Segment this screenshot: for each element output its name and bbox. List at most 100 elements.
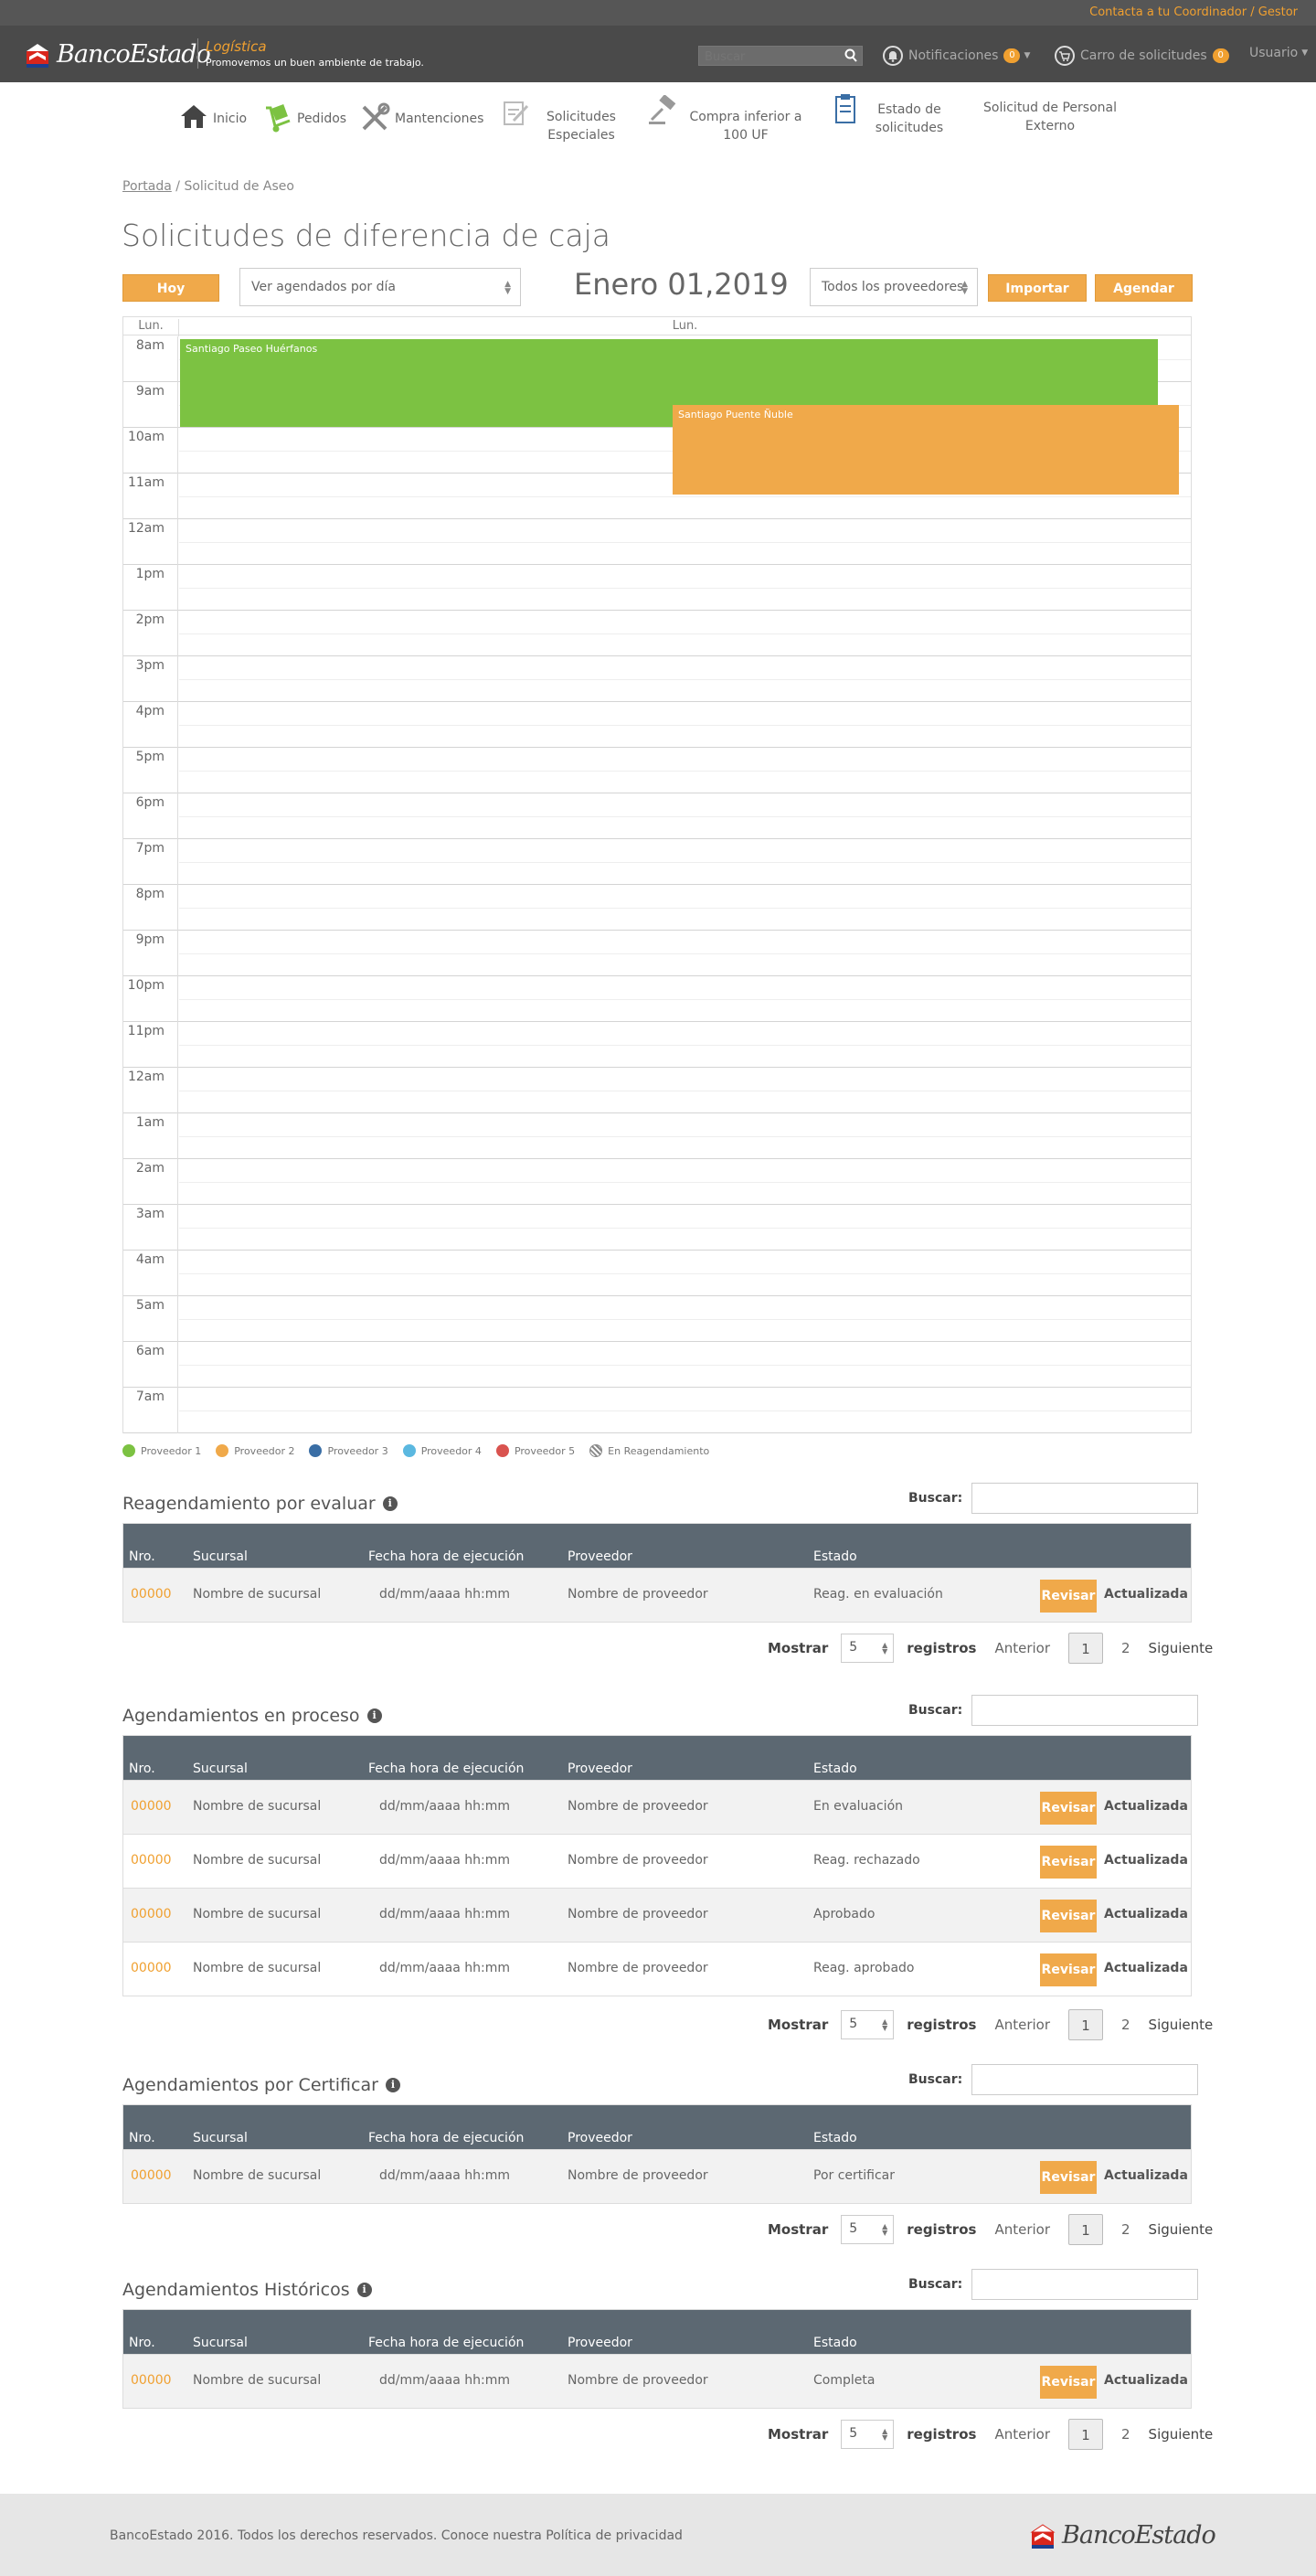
info-icon[interactable]: i [382,1496,398,1511]
nav-estado-solicitudes[interactable]: Estado de solicitudes [859,101,960,137]
section-title-reagendamiento-por-evaluar: Reagendamiento por evaluar i [122,1494,398,1514]
previous-page-link[interactable]: Anterior [994,1640,1050,1656]
next-page-link[interactable]: Siguiente [1149,1640,1214,1656]
calendar-hour-slot[interactable]: 6am [123,1342,1191,1388]
next-page-link[interactable]: Siguiente [1149,2426,1214,2443]
calendar-hour-slot[interactable]: 4pm [123,702,1191,748]
page-size-select[interactable]: 5 ▲ ▼ [841,2010,895,2039]
calendar-event[interactable]: Santiago Puente Ñuble [673,405,1179,495]
calendar-hour-slot[interactable]: 3am [123,1205,1191,1251]
table-search-input[interactable] [971,2269,1199,2300]
calendar-hour-slot[interactable]: 11pm [123,1022,1191,1068]
row-number-link[interactable]: 00000 [131,1961,172,1975]
cart-menu[interactable]: Carro de solicitudes 0 [1055,46,1229,66]
calendar-hour-slot[interactable]: 3pm [123,656,1191,702]
previous-page-link[interactable]: Anterior [994,2221,1050,2238]
notifications-badge: 0 [1003,48,1021,63]
bancoestado-logo-icon [24,42,51,68]
calendar-hour-slot[interactable]: 5pm [123,748,1191,793]
row-number-link[interactable]: 00000 [131,2373,172,2388]
import-button[interactable]: Importar [988,274,1087,302]
next-page-link[interactable]: Siguiente [1149,2017,1214,2033]
next-page-link[interactable]: Siguiente [1149,2221,1214,2238]
section-title-text: Agendamientos Históricos [122,2280,350,2300]
table-search-input[interactable] [971,1483,1199,1514]
brand-logo[interactable]: BancoEstado [24,40,211,69]
info-icon[interactable]: i [366,1708,382,1723]
calendar-hour-slot[interactable]: 5am [123,1296,1191,1342]
calendar-hour-slot[interactable]: 2am [123,1159,1191,1205]
nav-compra-inferior[interactable]: Compra inferior a 100 UF [682,108,810,144]
page-size-select[interactable]: 5 ▲ ▼ [841,2420,895,2449]
calendar-hour-slot[interactable]: 7pm [123,839,1191,885]
column-header: Nro. [129,2131,155,2145]
nav-solicitudes-especiales[interactable]: Solicitudes Especiales [530,108,632,144]
registros-label: registros [907,2221,977,2238]
row-actualizada: Actualizada [1104,1907,1188,1921]
calendar-hour-slot[interactable]: 9pm [123,931,1191,976]
calendar-hour-slot[interactable]: 10pm [123,976,1191,1022]
revisar-button[interactable]: Revisar [1040,1900,1097,1932]
page-2-link[interactable]: 2 [1121,1640,1130,1656]
revisar-button[interactable]: Revisar [1040,1580,1097,1613]
providers-select[interactable]: Todos los proveedores ▲ ▼ [810,268,978,306]
page-1-button[interactable]: 1 [1068,2009,1103,2040]
search-icon[interactable] [844,48,857,63]
page-size-select[interactable]: 5 ▲ ▼ [841,2215,895,2244]
row-actualizada: Actualizada [1104,1961,1188,1975]
view-select[interactable]: Ver agendados por día ▲ ▼ [239,268,521,306]
calendar-hour-slot[interactable]: 7am [123,1388,1191,1433]
calendar-hour-slot[interactable]: 12am [123,1068,1191,1113]
table-header: Nro. Sucursal Fecha hora de ejecución Prove… [123,1736,1191,1780]
nav-personal-externo[interactable]: Solicitud de Personal Externo [972,99,1128,135]
revisar-button[interactable]: Revisar [1040,1953,1097,1986]
row-number-link[interactable]: 00000 [131,1907,172,1921]
revisar-button[interactable]: Revisar [1040,2161,1097,2194]
revisar-button[interactable]: Revisar [1040,1792,1097,1825]
page-2-link[interactable]: 2 [1121,2426,1130,2443]
previous-page-link[interactable]: Anterior [994,2426,1050,2443]
page-1-button[interactable]: 1 [1068,2214,1103,2245]
revisar-button[interactable]: Revisar [1040,1846,1097,1879]
calendar-hour-slot[interactable]: 4am [123,1251,1191,1296]
calendar-half-hour-line [179,1182,1191,1183]
header-search-input[interactable] [699,48,836,67]
row-number-link[interactable]: 00000 [131,1799,172,1814]
user-menu[interactable]: Usuario ▼ [1249,46,1308,60]
page-2-link[interactable]: 2 [1121,2017,1130,2033]
contact-coordinator-link[interactable]: Contacta a tu Coordinador / Gestor [1089,5,1298,19]
calendar-hour-slot[interactable]: 6pm [123,793,1191,839]
row-number-link[interactable]: 00000 [131,2168,172,2183]
nav-mantenciones[interactable]: Mantenciones [395,110,483,128]
today-button[interactable]: Hoy [122,274,219,302]
nav-pedidos[interactable]: Pedidos [297,110,346,128]
notifications-menu[interactable]: Notificaciones 0 ▼ [883,46,1030,66]
calendar-hour-slot[interactable]: 12am [123,519,1191,565]
calendar-hour-slot[interactable]: 1am [123,1113,1191,1159]
row-number-link[interactable]: 00000 [131,1853,172,1868]
page-1-button[interactable]: 1 [1068,1633,1103,1664]
table-search-input[interactable] [971,2064,1199,2095]
column-header: Fecha hora de ejecución [368,2131,525,2145]
previous-page-link[interactable]: Anterior [994,2017,1050,2033]
page-1-button[interactable]: 1 [1068,2419,1103,2450]
cart-icon [1055,46,1075,66]
info-icon[interactable]: i [385,2078,400,2092]
page-2-link[interactable]: 2 [1121,2221,1130,2238]
table-row: 00000 Nombre de sucursal dd/mm/aaaa hh:mm N… [123,1834,1191,1888]
nav-inicio[interactable]: Inicio [213,110,247,128]
registros-label: registros [907,1640,977,1656]
calendar-hour-slot[interactable]: 1pm [123,565,1191,611]
breadcrumb-home-link[interactable]: Portada [122,179,172,194]
table-search-input[interactable] [971,1695,1199,1726]
calendar-half-hour-line [179,771,1191,772]
row-number-link[interactable]: 00000 [131,1587,172,1602]
info-icon[interactable]: i [356,2283,372,2297]
page-size-select[interactable]: 5 ▲ ▼ [841,1634,895,1663]
select-arrows-icon: ▲ ▼ [882,2017,888,2032]
data-table: Nro. Sucursal Fecha hora de ejecución Prove… [122,2309,1192,2409]
revisar-button[interactable]: Revisar [1040,2366,1097,2399]
calendar-hour-slot[interactable]: 2pm [123,611,1191,656]
schedule-cleaning-button[interactable]: Agendar aseo [1095,274,1193,324]
calendar-hour-slot[interactable]: 8pm [123,885,1191,931]
